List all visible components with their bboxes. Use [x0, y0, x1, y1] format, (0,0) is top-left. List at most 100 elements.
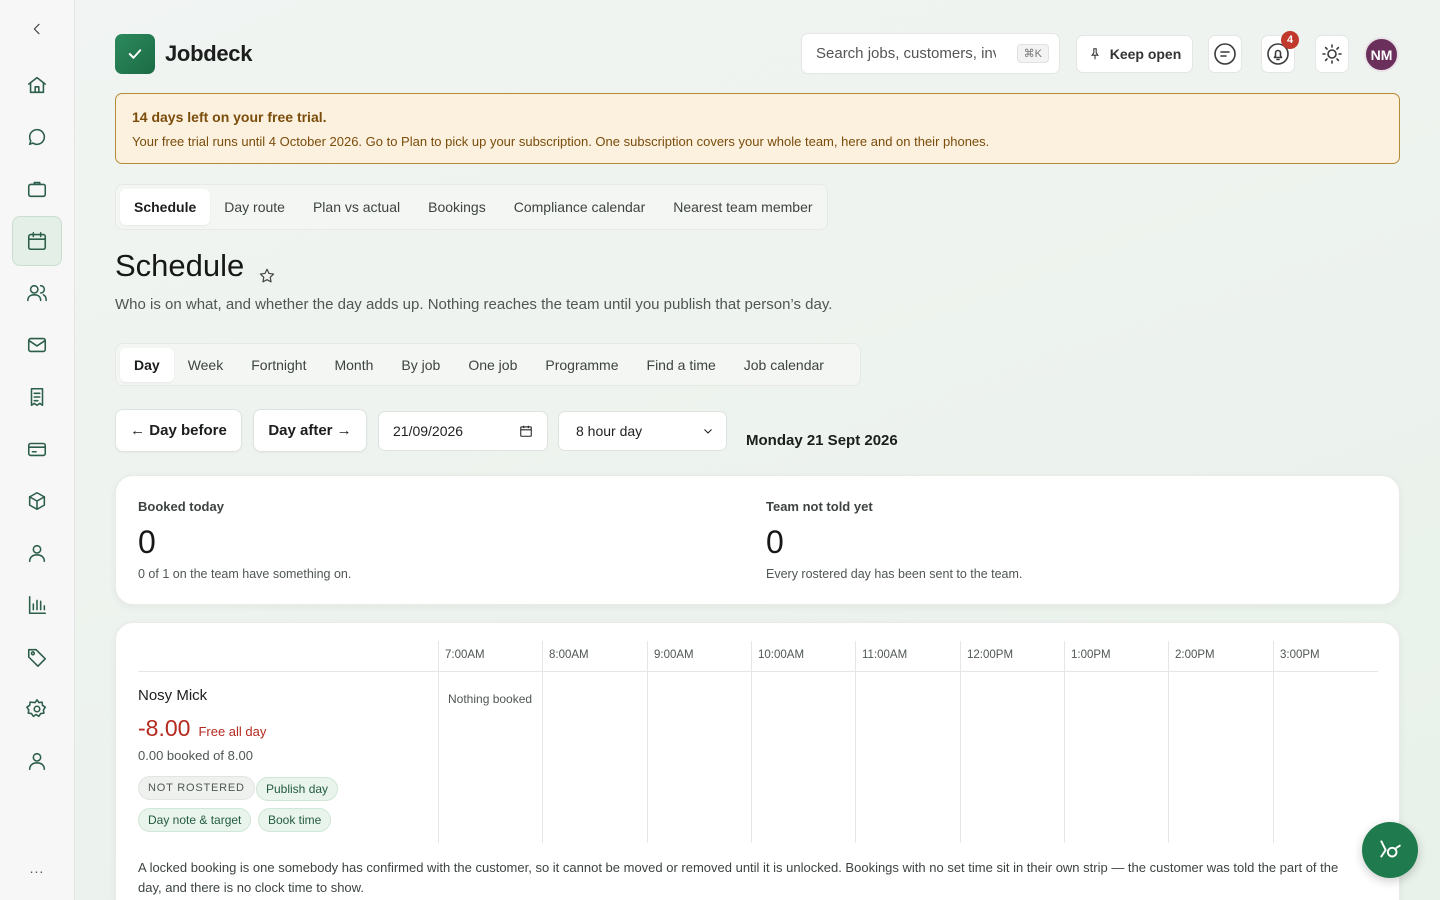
timeline-gridline: [542, 641, 543, 843]
stat-note: Every rostered day has been sent to the …: [766, 567, 1023, 581]
app-logo[interactable]: Jobdeck: [115, 34, 252, 74]
hours-difference-value: -8.00: [138, 715, 191, 741]
stat-booked-today: Booked today 0 0 of 1 on the team have s…: [138, 499, 351, 581]
search-box[interactable]: ⌘K: [801, 33, 1060, 74]
sidebar-item-home[interactable]: [12, 60, 62, 110]
sidebar-item-inventory[interactable]: [12, 476, 62, 526]
person-icon: [28, 544, 46, 563]
timeline-hour-label: 8:00AM: [549, 649, 589, 661]
tab-schedule[interactable]: Schedule: [120, 189, 211, 225]
timeline-hour-label: 10:00AM: [758, 649, 805, 661]
sidebar-item-invoices[interactable]: [12, 372, 62, 422]
view-tabs: Day Week Fortnight Month By job One job …: [115, 343, 861, 386]
tab-programme[interactable]: Programme: [531, 348, 632, 382]
calendar-icon: [27, 231, 47, 251]
tab-day-route[interactable]: Day route: [210, 189, 299, 225]
page-subtitle: Who is on what, and whether the day adds…: [115, 296, 833, 313]
message-bubble-icon: [1214, 43, 1236, 65]
day-after-button[interactable]: Day after →: [253, 409, 367, 452]
tab-find-a-time[interactable]: Find a time: [633, 348, 730, 382]
sidebar-item-settings[interactable]: [12, 684, 62, 734]
tab-by-job[interactable]: By job: [387, 348, 454, 382]
sidebar-item-pricing[interactable]: [12, 632, 62, 682]
chevron-down-icon: [704, 429, 712, 434]
sidebar-item-jobs[interactable]: [12, 164, 62, 214]
tab-nearest-team-member[interactable]: Nearest team member: [659, 189, 826, 225]
tab-bookings[interactable]: Bookings: [414, 189, 500, 225]
timeline-footnote: A locked booking is one somebody has con…: [138, 860, 1339, 895]
timeline-gridline: [647, 641, 648, 843]
pin-icon: [1090, 48, 1099, 60]
tab-week[interactable]: Week: [174, 348, 238, 382]
timeline-gridline: [1273, 641, 1274, 843]
home-icon: [27, 76, 47, 94]
booked-hours-summary: 0.00 booked of 8.00: [138, 748, 253, 763]
mail-icon: [27, 337, 47, 353]
current-date-label: Monday 21 Sept 2026: [746, 432, 898, 449]
trial-body: Your free trial runs until 4 October 202…: [132, 134, 990, 149]
gear-icon: [26, 699, 47, 718]
page-title-row: Schedule: [115, 248, 276, 284]
timeline-hour-label: 12:00PM: [967, 649, 1014, 661]
sidebar-more-button[interactable]: ...: [25, 860, 49, 884]
status-badge: NOT ROSTERED: [138, 776, 255, 800]
search-shortcut: ⌘K: [1016, 44, 1049, 63]
box-icon: [28, 491, 46, 511]
timeline-hour-label: 9:00AM: [654, 649, 694, 661]
page-title: Schedule: [115, 248, 245, 283]
sidebar-item-messages[interactable]: [12, 112, 62, 162]
tab-month[interactable]: Month: [320, 348, 387, 382]
timeline-header-divider: [138, 671, 1378, 672]
sidebar-item-mail[interactable]: [12, 320, 62, 370]
day-length-select[interactable]: 8 hour day: [558, 411, 727, 451]
day-before-button[interactable]: ← Day before: [115, 409, 242, 452]
messages-button[interactable]: [1208, 35, 1242, 73]
hours-difference: -8.00 Free all day: [138, 715, 266, 742]
avatar[interactable]: NM: [1364, 37, 1399, 72]
tab-plan-vs-actual[interactable]: Plan vs actual: [299, 189, 414, 225]
date-field[interactable]: 21/09/2026: [378, 411, 548, 451]
notifications-button[interactable]: 4: [1261, 31, 1299, 73]
sidebar-item-team[interactable]: [12, 268, 62, 318]
sidebar-item-reports[interactable]: [12, 580, 62, 630]
stats-card: Booked today 0 0 of 1 on the team have s…: [115, 475, 1400, 605]
sidebar-item-customers[interactable]: [12, 528, 62, 578]
tab-day[interactable]: Day: [120, 347, 174, 382]
tag-icon: [27, 648, 47, 667]
chat-icon: [28, 128, 46, 146]
keep-open-button[interactable]: Keep open: [1076, 35, 1193, 73]
team-member-name[interactable]: Nosy Mick: [138, 687, 207, 704]
stat-note: 0 of 1 on the team have something on.: [138, 567, 352, 581]
card-icon: [27, 442, 47, 457]
section-tabs: Schedule Day route Plan vs actual Bookin…: [115, 184, 828, 230]
collapse-sidebar-button[interactable]: [25, 17, 49, 41]
trial-title: 14 days left on your free trial.: [132, 109, 327, 125]
free-all-day-label: Free all day: [198, 724, 267, 739]
favourite-button[interactable]: [258, 257, 276, 283]
assistant-fab-button[interactable]: [1362, 822, 1418, 878]
check-logo-icon: [115, 34, 155, 74]
timeline-gridline: [960, 641, 961, 843]
theme-toggle-button[interactable]: [1315, 35, 1349, 73]
keep-open-label: Keep open: [1109, 46, 1182, 62]
search-input[interactable]: [816, 45, 996, 62]
day-note-button[interactable]: Day note & target: [138, 808, 252, 832]
sidebar-item-account[interactable]: [12, 736, 62, 786]
tab-job-calendar[interactable]: Job calendar: [730, 348, 838, 382]
stat-label: Booked today: [138, 499, 224, 514]
publish-day-button[interactable]: Publish day: [256, 777, 339, 801]
timeline-gridline: [855, 641, 856, 843]
timeline-hour-label: 7:00AM: [445, 649, 485, 661]
timeline-hour-label: 11:00AM: [862, 649, 908, 661]
stat-value: 0: [138, 524, 156, 560]
sidebar-item-schedule[interactable]: [12, 216, 62, 266]
sidebar: ...: [0, 0, 75, 900]
tab-fortnight[interactable]: Fortnight: [237, 348, 320, 382]
chart-icon: [28, 595, 47, 615]
tab-compliance-calendar[interactable]: Compliance calendar: [500, 189, 660, 225]
sidebar-item-payments[interactable]: [12, 424, 62, 474]
stat-team-not-told: Team not told yet 0 Every rostered day h…: [766, 499, 1022, 581]
book-time-button[interactable]: Book time: [258, 808, 332, 832]
timeline-hour-label: 2:00PM: [1175, 649, 1215, 661]
tab-one-job[interactable]: One job: [454, 348, 531, 382]
